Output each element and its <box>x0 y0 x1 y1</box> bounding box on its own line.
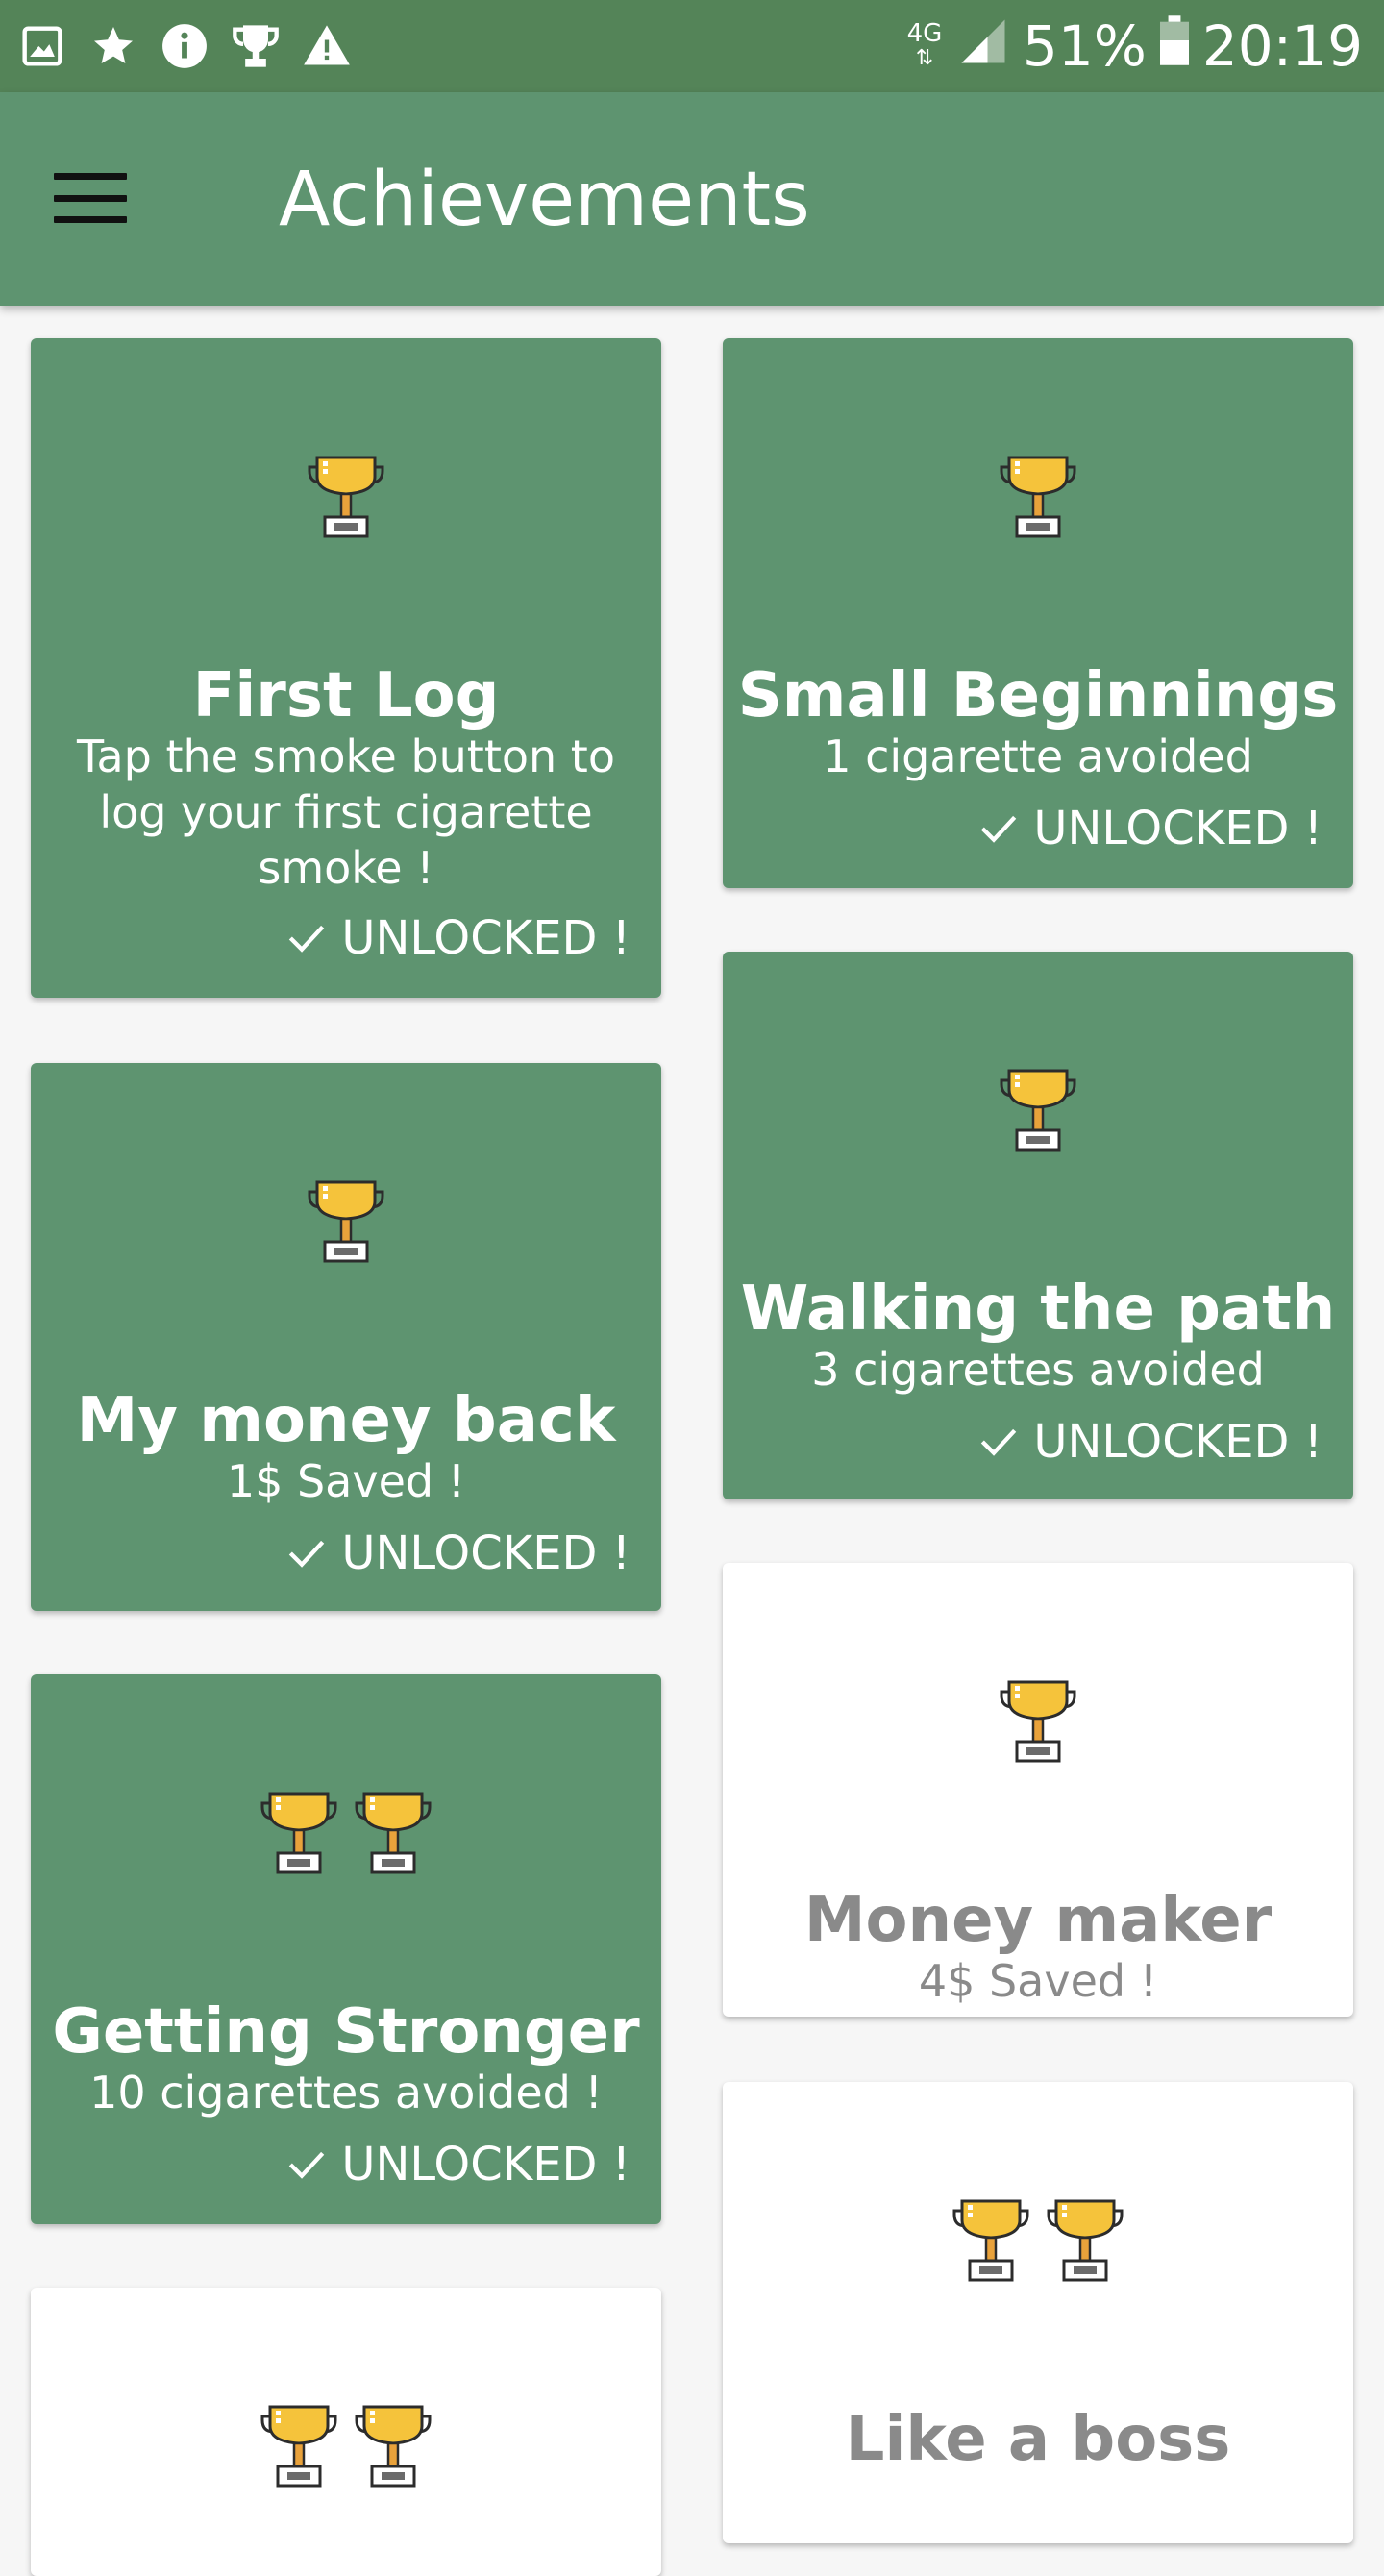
unlocked-status: UNLOCKED ! <box>287 909 630 967</box>
check-icon <box>981 815 1017 843</box>
achievement-name: Money maker <box>803 1885 1273 1956</box>
star-icon <box>88 21 138 71</box>
trophy-icon <box>231 21 281 71</box>
trophy-icon <box>1000 456 1076 538</box>
trophy-icon <box>308 456 384 538</box>
achievement-description: Tap the smoke button to log your first c… <box>77 731 615 894</box>
page-title: Achievements <box>279 157 810 243</box>
trophy-icon <box>1047 2199 1124 2282</box>
achievement-card-small-beginnings[interactable]: Small Beginnings 1 cigarette avoided UNL… <box>723 338 1353 888</box>
achievement-name: Like a boss <box>845 2404 1231 2475</box>
unlocked-status: UNLOCKED ! <box>979 1413 1322 1471</box>
achievement-card-my-money-back[interactable]: My money back 1$ Saved ! UNLOCKED ! <box>31 1063 661 1611</box>
check-icon <box>289 1540 325 1568</box>
achievement-description: 10 cigarettes avoided ! <box>89 2067 603 2118</box>
battery-icon <box>1159 13 1189 79</box>
achievement-name: First Log <box>192 660 500 731</box>
trophy-icon <box>1000 1680 1076 1763</box>
achievement-card-money-maker[interactable]: Money maker 4$ Saved ! <box>723 1563 1353 2017</box>
achievement-name: Small Beginnings <box>737 660 1339 731</box>
status-label: UNLOCKED ! <box>1033 1415 1322 1469</box>
trophy-icon <box>355 2405 432 2488</box>
achievement-name: My money back <box>76 1385 616 1456</box>
achievement-description: 1$ Saved ! <box>226 1455 466 1507</box>
check-icon <box>289 925 325 953</box>
check-icon <box>289 2151 325 2179</box>
status-label: UNLOCKED ! <box>341 1526 630 1580</box>
trophy-icon <box>260 1792 337 1874</box>
status-bar: 4G ⇅ 51% 20:19 <box>0 0 1384 92</box>
trophy-icon <box>952 2199 1029 2282</box>
check-icon <box>981 1428 1017 1456</box>
trophy-icon <box>1000 1069 1076 1152</box>
achievement-card-walking-the-path[interactable]: Walking the path 3 cigarettes avoided UN… <box>723 952 1353 1499</box>
status-label: UNLOCKED ! <box>341 911 630 965</box>
achievement-description: 3 cigarettes avoided <box>811 1344 1265 1396</box>
unlocked-status: UNLOCKED ! <box>979 800 1322 857</box>
unlocked-status: UNLOCKED ! <box>287 1524 630 1582</box>
clock: 20:19 <box>1201 13 1363 79</box>
achievement-card-getting-stronger[interactable]: Getting Stronger 10 cigarettes avoided !… <box>31 1674 661 2224</box>
hamburger-menu-icon[interactable] <box>42 160 138 236</box>
network-type-icon: 4G ⇅ <box>906 19 943 70</box>
image-icon <box>17 21 67 71</box>
achievement-name: Getting Stronger <box>52 1996 640 2068</box>
trophy-icon <box>308 1180 384 1263</box>
status-label: UNLOCKED ! <box>341 2138 630 2192</box>
trophy-icon <box>355 1792 432 1874</box>
achievement-card-first-log[interactable]: First Log Tap the smoke button to log yo… <box>31 338 661 998</box>
signal-icon <box>957 13 1009 79</box>
achievement-name: Walking the path <box>740 1274 1336 1345</box>
warning-icon <box>302 21 352 71</box>
app-bar: Achievements <box>0 92 1384 306</box>
achievement-description: 1 cigarette avoided <box>823 731 1253 782</box>
battery-percent: 51% <box>1022 13 1147 79</box>
info-icon <box>160 21 210 71</box>
achievement-description: 4$ Saved ! <box>918 1955 1158 2007</box>
trophy-icon <box>260 2405 337 2488</box>
achievement-card-partial[interactable] <box>31 2288 661 2576</box>
status-label: UNLOCKED ! <box>1033 802 1322 855</box>
achievement-card-like-a-boss[interactable]: Like a boss <box>723 2082 1353 2543</box>
unlocked-status: UNLOCKED ! <box>287 2136 630 2193</box>
